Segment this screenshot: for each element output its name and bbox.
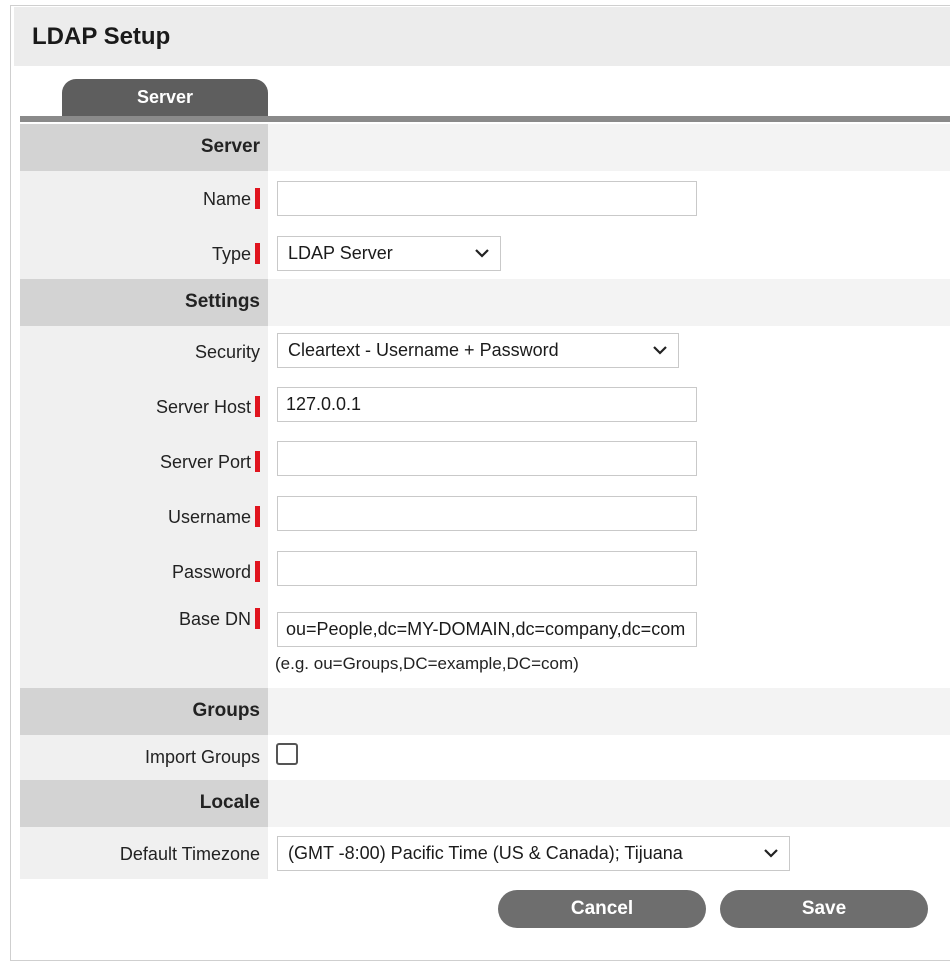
- default-timezone-select[interactable]: (GMT -8:00) Pacific Time (US & Canada); …: [277, 836, 790, 871]
- label-column-locale: Default Timezone: [20, 827, 268, 879]
- required-marker: [255, 506, 260, 527]
- tab-server[interactable]: Server: [62, 79, 268, 117]
- section-server: Server: [20, 124, 950, 171]
- required-marker: [255, 608, 260, 629]
- tab-divider: [20, 116, 950, 122]
- password-input[interactable]: [277, 551, 697, 586]
- section-locale-title: Locale: [199, 792, 260, 813]
- type-select[interactable]: LDAP Server: [277, 236, 501, 271]
- server-host-label: Server Host: [156, 396, 260, 418]
- security-label: Security: [194, 342, 260, 362]
- required-marker: [255, 396, 260, 417]
- page-title: LDAP Setup: [32, 23, 171, 50]
- base-dn-input[interactable]: ou=People,dc=MY-DOMAIN,dc=company,dc=com: [277, 612, 697, 647]
- cancel-button[interactable]: Cancel: [498, 890, 706, 928]
- server-host-input[interactable]: 127.0.0.1: [277, 387, 697, 422]
- base-dn-label: Base DN: [179, 608, 260, 630]
- section-settings: Settings: [20, 279, 950, 326]
- required-marker: [255, 561, 260, 582]
- section-settings-title: Settings: [185, 291, 260, 312]
- chevron-down-icon: [763, 837, 779, 870]
- username-label: Username: [168, 506, 260, 528]
- required-marker: [255, 451, 260, 472]
- label-column-groups: Import Groups: [20, 735, 268, 781]
- server-port-input[interactable]: [277, 441, 697, 476]
- chevron-down-icon: [475, 249, 489, 258]
- title-bar: LDAP Setup: [14, 7, 950, 66]
- default-timezone-label: Default Timezone: [119, 844, 260, 864]
- required-marker: [255, 188, 260, 209]
- username-input[interactable]: [277, 496, 697, 531]
- password-label: Password: [172, 561, 260, 583]
- security-select[interactable]: Cleartext - Username + Password: [277, 333, 679, 368]
- import-groups-checkbox[interactable]: [276, 743, 298, 765]
- section-server-title: Server: [200, 136, 260, 157]
- name-input[interactable]: [277, 181, 697, 216]
- required-marker: [255, 243, 260, 264]
- import-groups-label: Import Groups: [144, 747, 260, 767]
- section-groups: Groups: [20, 688, 950, 735]
- chevron-down-icon: [653, 346, 667, 355]
- type-label: Type: [212, 243, 260, 265]
- label-column-settings: Security Server Host Server Port Usernam…: [20, 326, 268, 688]
- save-button[interactable]: Save: [720, 890, 928, 928]
- name-label: Name: [203, 188, 260, 210]
- label-column-server: Name Type: [20, 171, 268, 285]
- section-locale: Locale: [20, 780, 950, 827]
- base-dn-hint: (e.g. ou=Groups,DC=example,DC=com): [275, 654, 579, 673]
- section-groups-title: Groups: [192, 700, 260, 721]
- server-port-label: Server Port: [160, 451, 260, 473]
